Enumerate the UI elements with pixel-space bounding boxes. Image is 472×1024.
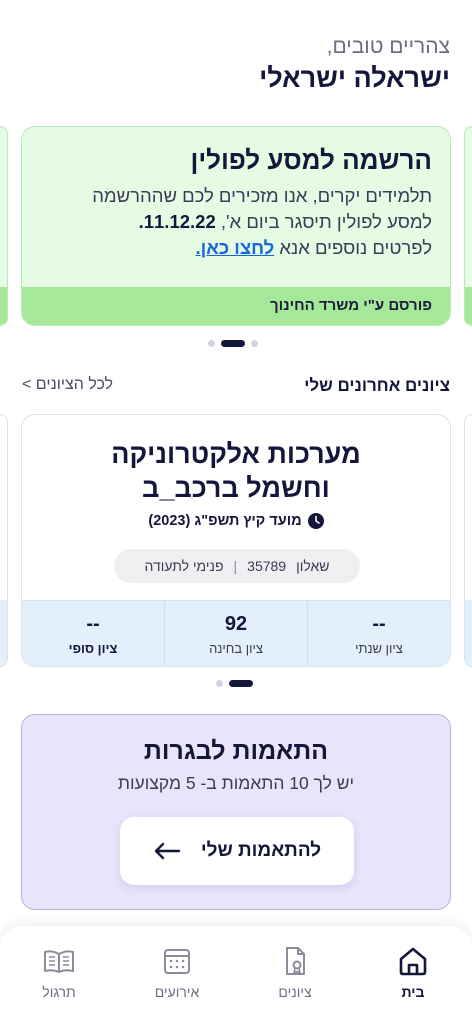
- nav-home-label: בית: [401, 984, 425, 1000]
- nav-grades-label: ציונים: [278, 984, 312, 1000]
- annual-grade-value: --: [372, 613, 386, 635]
- subject-name-line1: מערכות אלקטרוניקה: [111, 439, 361, 469]
- accommodations-title: התאמות לבגרות: [143, 737, 329, 765]
- grades-section-title: ציונים אחרונים שלי: [304, 376, 450, 395]
- nav-events[interactable]: אירועים: [118, 926, 236, 1024]
- nav-practice[interactable]: תרגול: [0, 926, 118, 1024]
- calendar-icon: [164, 949, 190, 974]
- grade-card-next-peek[interactable]: [464, 414, 472, 667]
- announcement-body-line3: לפרטים נוספים אנא לחצו כאן.: [32, 235, 432, 261]
- my-accommodations-button-label: להתאמות שלי: [200, 840, 322, 861]
- announcement-card-prev-peek[interactable]: [0, 126, 8, 326]
- exam-number: 35789: [247, 558, 287, 574]
- announcement-carousel-dots: [208, 340, 258, 347]
- user-name: ישראלה ישראלי: [259, 63, 450, 93]
- clock-icon: [307, 513, 324, 529]
- grades-document-icon: [286, 947, 305, 975]
- exam-type: פנימי לתעודה: [144, 558, 224, 574]
- grades-section-header: ציונים אחרונים שלי לכל הציונים >: [22, 376, 450, 400]
- exam-label: שאלון: [296, 558, 330, 574]
- carousel-dot[interactable]: [251, 340, 258, 347]
- exam-grade-label: ציון בחינה: [209, 641, 263, 656]
- nav-events-label: אירועים: [154, 984, 200, 1000]
- greeting-header: צהריים טובים, ישראלה ישראלי: [259, 34, 450, 94]
- nav-practice-label: תרגול: [42, 984, 76, 1000]
- announcement-body: תלמידים יקרים, אנו מזכירים לכם שההרשמה ל…: [32, 183, 432, 261]
- announcement-card[interactable]: הרשמה למסע לפולין תלמידים יקרים, אנו מזכ…: [21, 126, 451, 326]
- my-accommodations-button[interactable]: להתאמות שלי: [120, 817, 354, 885]
- announcement-body-line1: תלמידים יקרים, אנו מזכירים לכם שההרשמה: [92, 185, 432, 206]
- exam-session-label: מועד קיץ תשפ"ג (2023): [148, 513, 302, 529]
- announcement-title: הרשמה למסע לפולין: [190, 145, 432, 175]
- announcement-body-line3-prefix: לפרטים נוספים אנא: [274, 237, 432, 258]
- carousel-dot[interactable]: [216, 680, 223, 687]
- arrow-left-icon: [154, 842, 181, 860]
- subject-name: מערכות אלקטרוניקה וחשמל ברכב_ב: [22, 437, 450, 505]
- subject-name-line2: וחשמל ברכב_ב: [142, 473, 330, 503]
- grade-card[interactable]: מערכות אלקטרוניקה וחשמל ברכב_ב מועד קיץ …: [21, 414, 451, 667]
- grades-carousel-dots: [216, 680, 253, 687]
- nav-grades[interactable]: ציונים: [236, 926, 354, 1024]
- announcement-date: 11.12.22.: [138, 211, 216, 232]
- home-icon: [399, 947, 427, 976]
- exam-grade-value: 92: [224, 613, 248, 635]
- accommodations-summary: יש לך 10 התאמות ב- 5 מקצועות: [117, 773, 355, 793]
- exam-grade: 92 ציון בחינה: [164, 601, 307, 666]
- announcement-body-line2: למסע לפולין תיסגר ביום א', 11.12.22.: [32, 209, 432, 235]
- pill-separator: |: [233, 558, 238, 574]
- announcement-body-line2-prefix: למסע לפולין תיסגר ביום א',: [215, 211, 432, 232]
- final-grade: -- ציון סופי: [22, 601, 164, 666]
- bottom-navigation: בית ציונים אירועים תרגול: [0, 926, 472, 1024]
- announcement-card-next-peek[interactable]: [464, 126, 472, 326]
- nav-home[interactable]: בית: [354, 926, 472, 1024]
- carousel-dot-active[interactable]: [221, 340, 245, 347]
- exam-info-pill: שאלון 35789 | פנימי לתעודה: [114, 549, 360, 583]
- carousel-dot[interactable]: [208, 340, 215, 347]
- final-grade-value: --: [86, 613, 100, 635]
- announcement-footer: פורסם ע"י משרד החינוך: [22, 287, 450, 325]
- all-grades-link[interactable]: לכל הציונים >: [22, 376, 113, 394]
- annual-grade: -- ציון שנתי: [307, 601, 450, 666]
- open-book-icon: [44, 950, 74, 973]
- grade-values-row: -- ציון שנתי 92 ציון בחינה -- ציון סופי: [22, 600, 450, 666]
- matriculation-accommodations-card: התאמות לבגרות יש לך 10 התאמות ב- 5 מקצוע…: [21, 714, 451, 910]
- announcement-link[interactable]: לחצו כאן.: [196, 237, 275, 258]
- greeting-subtitle: צהריים טובים,: [326, 35, 450, 58]
- annual-grade-label: ציון שנתי: [355, 641, 403, 656]
- carousel-dot-active[interactable]: [229, 680, 253, 687]
- grade-card-prev-peek[interactable]: [0, 414, 8, 667]
- final-grade-label: ציון סופי: [68, 641, 118, 656]
- exam-session: מועד קיץ תשפ"ג (2023): [22, 513, 450, 529]
